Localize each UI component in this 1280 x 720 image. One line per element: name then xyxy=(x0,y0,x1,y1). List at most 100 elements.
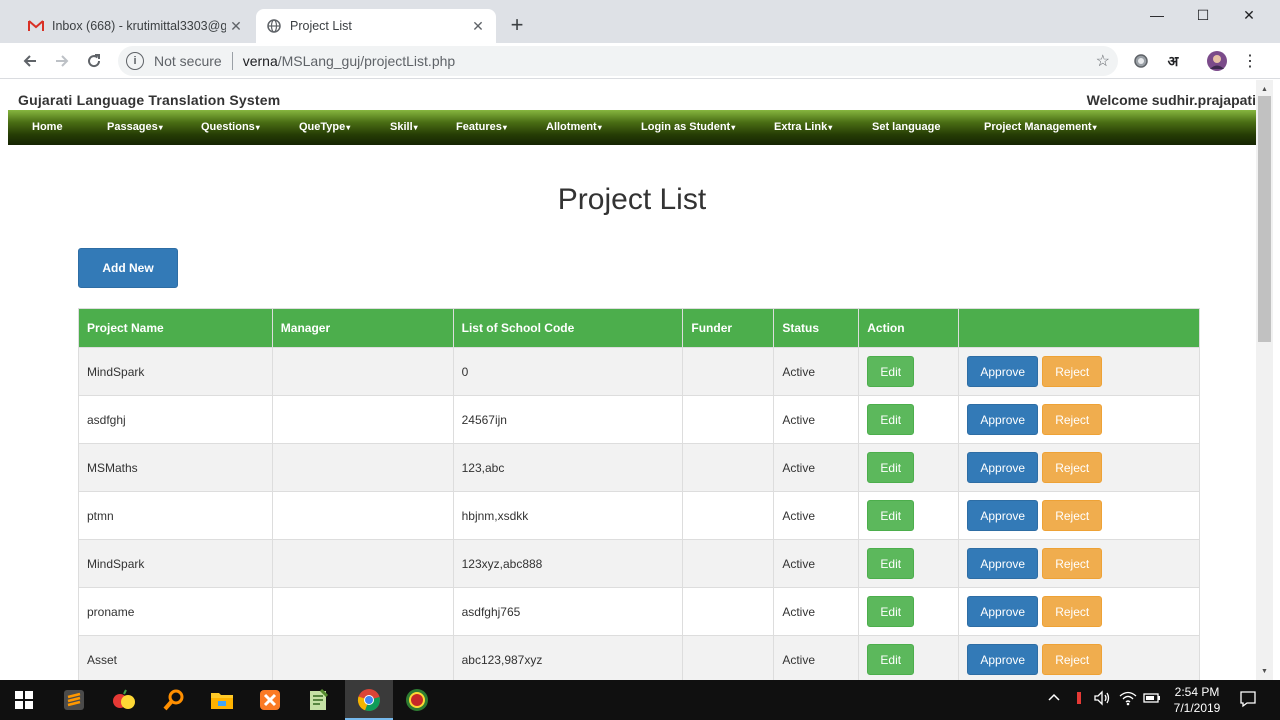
tab-inbox[interactable]: Inbox (668) - krutimittal3303@gmail.com … xyxy=(18,9,254,43)
menu-home[interactable]: Home xyxy=(32,121,63,133)
globe-icon xyxy=(266,18,282,34)
caret-down-icon: ▾ xyxy=(502,123,507,132)
notifications-icon[interactable] xyxy=(1239,690,1257,711)
taskbar-clock[interactable]: 2:54 PM 7/1/2019 xyxy=(1166,684,1228,716)
status-cell: Active xyxy=(773,347,860,396)
menu-skill[interactable]: Skill▾ xyxy=(390,121,418,133)
tab-title: Inbox (668) - krutimittal3303@gmail.com xyxy=(52,19,226,33)
scroll-down-arrow-icon[interactable]: ▼ xyxy=(1256,664,1273,678)
hs-app-icon[interactable] xyxy=(401,684,433,716)
caret-down-icon: ▾ xyxy=(597,123,602,132)
reload-icon[interactable] xyxy=(82,49,106,73)
menu-label: Login as Student xyxy=(641,121,731,133)
menu-set-language[interactable]: Set language xyxy=(872,121,940,133)
url-path: /MSLang_guj/projectList.php xyxy=(277,53,456,69)
edit-button[interactable]: Edit xyxy=(867,356,915,387)
scroll-thumb[interactable] xyxy=(1258,96,1271,342)
file-explorer-icon[interactable] xyxy=(206,684,238,716)
approve-button[interactable]: Approve xyxy=(967,644,1039,675)
project-name-cell: Asset xyxy=(78,635,273,680)
back-arrow-icon[interactable] xyxy=(18,49,42,73)
tray-chevron-up-icon[interactable] xyxy=(1047,690,1061,707)
status-cell: Active xyxy=(773,635,860,680)
menu-quetype[interactable]: QueType▾ xyxy=(299,121,350,133)
menu-extra-link[interactable]: Extra Link▾ xyxy=(774,121,832,133)
add-new-button[interactable]: Add New xyxy=(78,248,178,288)
xampp-icon[interactable] xyxy=(254,684,286,716)
fruit-app-icon[interactable] xyxy=(108,684,140,716)
info-icon[interactable]: i xyxy=(126,52,144,70)
volume-icon[interactable] xyxy=(1093,690,1111,709)
new-tab-button[interactable]: + xyxy=(505,12,529,37)
edit-button[interactable]: Edit xyxy=(867,500,915,531)
action-cell: Edit xyxy=(858,539,960,588)
reject-button[interactable]: Reject xyxy=(1042,500,1103,531)
menu-questions[interactable]: Questions▾ xyxy=(201,121,260,133)
manager-cell xyxy=(271,347,454,396)
close-window-button[interactable]: ✕ xyxy=(1226,0,1272,30)
main-menu: Home Passages▾ Questions▾ QueType▾ Skill… xyxy=(8,110,1256,145)
maximize-button[interactable]: ☐ xyxy=(1180,0,1226,30)
approve-button[interactable]: Approve xyxy=(967,596,1039,627)
approve-button[interactable]: Approve xyxy=(967,548,1039,579)
reject-button[interactable]: Reject xyxy=(1042,452,1103,483)
reject-button[interactable]: Reject xyxy=(1042,404,1103,435)
language-extension-icon[interactable]: अ xyxy=(1163,51,1183,71)
notepad-plus-icon[interactable] xyxy=(302,684,334,716)
table-header-row: Project Name Manager List of School Code… xyxy=(78,308,1200,348)
edit-button[interactable]: Edit xyxy=(867,644,915,675)
windows-start-icon[interactable] xyxy=(8,684,40,716)
tab-close-icon[interactable]: ✕ xyxy=(226,16,246,36)
approve-button[interactable]: Approve xyxy=(967,452,1039,483)
column-header: Action xyxy=(858,308,960,348)
clock-time: 2:54 PM xyxy=(1174,685,1220,699)
sublime-text-icon[interactable] xyxy=(58,684,90,716)
windows-taskbar: 2:54 PM 7/1/2019 xyxy=(0,680,1280,720)
edit-button[interactable]: Edit xyxy=(867,452,915,483)
search-magnifier-icon[interactable] xyxy=(158,684,190,716)
page-scrollbar[interactable]: ▲ ▼ xyxy=(1256,80,1273,680)
reject-button[interactable]: Reject xyxy=(1042,596,1103,627)
menu-label: Home xyxy=(32,121,63,133)
extension-circle-icon[interactable] xyxy=(1131,51,1151,71)
menu-passages[interactable]: Passages▾ xyxy=(107,121,163,133)
reject-button[interactable]: Reject xyxy=(1042,548,1103,579)
edit-button[interactable]: Edit xyxy=(867,596,915,627)
caret-down-icon: ▾ xyxy=(255,123,260,132)
manager-cell xyxy=(271,443,454,492)
tab-project-list[interactable]: Project List ✕ xyxy=(256,9,496,43)
menu-label: Features xyxy=(456,121,502,133)
address-bar[interactable]: i Not secure verna/MSLang_guj/projectLis… xyxy=(118,46,1118,76)
flag-tray-icon[interactable] xyxy=(1075,690,1083,709)
bookmark-star-icon[interactable]: ☆ xyxy=(1096,51,1110,71)
menu-login-as-student[interactable]: Login as Student▾ xyxy=(641,121,735,133)
approval-cell: Approve Reject xyxy=(958,443,1200,492)
menu-allotment[interactable]: Allotment▾ xyxy=(546,121,602,133)
forward-arrow-icon[interactable] xyxy=(50,49,74,73)
project-name-cell: MindSpark xyxy=(78,539,273,588)
gmail-icon xyxy=(28,18,44,34)
status-cell: Active xyxy=(773,443,860,492)
school-code-cell: 24567ijn xyxy=(452,395,684,444)
approve-button[interactable]: Approve xyxy=(967,404,1039,435)
reject-button[interactable]: Reject xyxy=(1042,644,1103,675)
chrome-icon[interactable] xyxy=(353,684,385,716)
wifi-icon[interactable] xyxy=(1119,690,1137,709)
caret-down-icon: ▾ xyxy=(828,123,833,132)
reject-button[interactable]: Reject xyxy=(1042,356,1103,387)
approve-button[interactable]: Approve xyxy=(967,500,1039,531)
menu-features[interactable]: Features▾ xyxy=(456,121,507,133)
menu-kebab-icon[interactable]: ⋮ xyxy=(1240,51,1260,71)
menu-project-management[interactable]: Project Management▾ xyxy=(984,121,1097,133)
approve-button[interactable]: Approve xyxy=(967,356,1039,387)
scroll-up-arrow-icon[interactable]: ▲ xyxy=(1256,82,1273,96)
edit-button[interactable]: Edit xyxy=(867,548,915,579)
profile-avatar[interactable] xyxy=(1207,51,1227,71)
action-cell: Edit xyxy=(858,587,960,636)
battery-icon[interactable] xyxy=(1143,690,1161,709)
tab-close-icon[interactable]: ✕ xyxy=(468,16,488,36)
manager-cell xyxy=(271,539,454,588)
school-code-cell: hbjnm,xsdkk xyxy=(452,491,684,540)
edit-button[interactable]: Edit xyxy=(867,404,915,435)
minimize-button[interactable]: — xyxy=(1134,0,1180,30)
